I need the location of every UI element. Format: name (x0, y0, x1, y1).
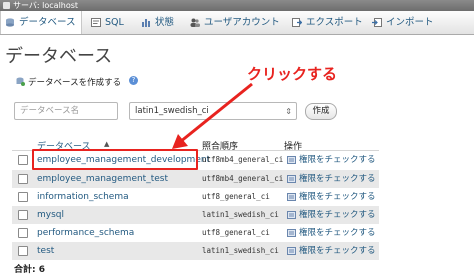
tab-import[interactable]: インポート (368, 11, 442, 34)
row-collation: latin1_swedish_ci (202, 246, 279, 255)
privileges-icon (287, 229, 296, 237)
create-database-label: データベースを作成する (28, 78, 122, 88)
row-checkbox[interactable] (18, 210, 28, 220)
tab-label: SQL (105, 17, 124, 28)
row-checkbox[interactable] (18, 192, 28, 202)
tab-label: インポート (386, 17, 434, 28)
database-add-icon (16, 77, 25, 86)
row-collation: utf8_general_ci (202, 192, 270, 201)
database-link[interactable]: performance_schema (37, 224, 134, 242)
tab-status[interactable]: 状態 (137, 11, 183, 34)
tab-label: ユーザアカウント (204, 17, 280, 28)
check-privileges-link[interactable]: 権限をチェックする (299, 224, 376, 242)
status-icon (142, 19, 150, 27)
privileges-icon (287, 175, 296, 183)
tab-sql[interactable]: SQL (87, 11, 135, 34)
annotation-text: クリックする (247, 65, 338, 83)
import-icon (372, 18, 382, 27)
check-privileges-link[interactable]: 権限をチェックする (299, 170, 376, 188)
help-icon[interactable]: ? (129, 76, 138, 85)
collation-select[interactable]: latin1_swedish_ci ⇕ (129, 102, 297, 120)
database-link[interactable]: employee_management_test (37, 170, 168, 188)
table-row: employee_management_test utf8mb4_general… (12, 170, 379, 188)
database-link[interactable]: mysql (37, 206, 64, 224)
row-checkbox[interactable] (18, 246, 28, 256)
create-button[interactable]: 作成 (305, 103, 337, 120)
database-icon (6, 18, 14, 27)
row-collation: utf8_general_ci (202, 228, 270, 237)
table-row: test latin1_swedish_ci 権限をチェックする (12, 242, 379, 260)
privileges-icon (287, 247, 296, 255)
sql-icon (91, 18, 101, 27)
tab-user-accounts[interactable]: ユーザアカウント (186, 11, 282, 34)
sort-ascending-icon: ▲ (104, 140, 110, 148)
privileges-icon (287, 156, 296, 164)
privileges-icon (287, 211, 296, 219)
tab-label: 状態 (155, 17, 175, 28)
database-link[interactable]: test (37, 242, 54, 260)
check-privileges-link[interactable]: 権限をチェックする (299, 206, 376, 224)
row-checkbox[interactable] (18, 228, 28, 238)
table-row: information_schema utf8_general_ci 権限をチェ… (12, 188, 379, 206)
check-privileges-link[interactable]: 権限をチェックする (299, 242, 376, 260)
tab-bar: データベース SQL 状態 ユーザアカウント エクスポート インポート (0, 11, 474, 35)
row-collation: utf8mb4_general_ci (202, 155, 284, 164)
annotation-highlight-box (32, 149, 198, 170)
server-icon (3, 2, 10, 9)
check-privileges-link[interactable]: 権限をチェックする (299, 151, 376, 169)
table-row: mysql latin1_swedish_ci 権限をチェックする (12, 206, 379, 224)
database-link[interactable]: information_schema (37, 188, 129, 206)
tab-label: データベース (19, 17, 76, 28)
users-icon (190, 18, 200, 27)
row-collation: latin1_swedish_ci (202, 210, 279, 219)
tab-databases[interactable]: データベース (0, 11, 82, 34)
privileges-icon (287, 193, 296, 201)
tab-label: エクスポート (306, 17, 363, 28)
export-icon (292, 18, 302, 27)
table-row: performance_schema utf8_general_ci 権限をチェ… (12, 224, 379, 242)
server-label: サーバ: localhost (13, 1, 79, 10)
row-checkbox[interactable] (18, 174, 28, 184)
page-title: データベース (5, 46, 113, 67)
row-collation: utf8mb4_general_ci (202, 174, 284, 183)
row-checkbox[interactable] (18, 155, 28, 165)
check-privileges-link[interactable]: 権限をチェックする (299, 188, 376, 206)
server-bar: サーバ: localhost (0, 0, 474, 11)
database-total: 合計: 6 (14, 265, 45, 275)
tab-export[interactable]: エクスポート (288, 11, 363, 34)
select-arrows-icon: ⇕ (285, 107, 292, 116)
collation-select-value: latin1_swedish_ci (135, 106, 209, 116)
database-name-input[interactable] (14, 102, 118, 120)
